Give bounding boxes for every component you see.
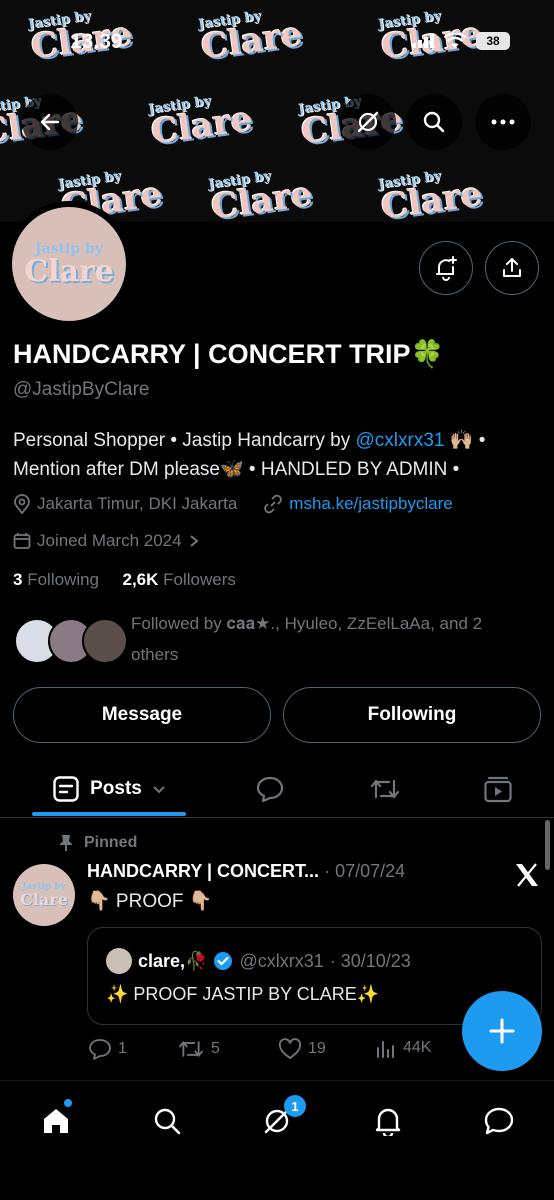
x-logo-icon bbox=[516, 863, 538, 887]
follow-counts: 3 Following 2,6K Followers bbox=[13, 570, 236, 590]
post-author-avatar[interactable]: Jastip by Clare bbox=[13, 864, 75, 926]
verified-badge-icon bbox=[214, 952, 233, 970]
cellular-signal-icon bbox=[412, 34, 434, 48]
quote-header: clare,🥀 @cxlxrx31 · 30/10/23 bbox=[106, 948, 411, 974]
reply-icon bbox=[89, 1039, 111, 1060]
profile-joined-date: Joined March 2024 bbox=[37, 531, 182, 550]
link-icon bbox=[264, 494, 283, 514]
search-button[interactable] bbox=[406, 94, 462, 150]
location-pin-icon bbox=[14, 494, 30, 514]
follower-avatar bbox=[82, 618, 128, 664]
message-button[interactable]: Message bbox=[13, 687, 271, 743]
more-options-button[interactable] bbox=[475, 94, 531, 150]
nav-messages[interactable] bbox=[474, 1101, 524, 1141]
post-author-name: HANDCARRY | CONCERT... bbox=[87, 861, 320, 881]
like-count: 19 bbox=[308, 1040, 326, 1057]
nav-notifications[interactable] bbox=[363, 1101, 413, 1141]
banner-logo-tile: Jastip byClare bbox=[207, 168, 315, 222]
views-chart-icon bbox=[377, 1041, 394, 1058]
chat-bubble-icon bbox=[484, 1107, 514, 1135]
nav-explore[interactable] bbox=[142, 1101, 192, 1141]
quote-author-name: clare,🥀 bbox=[138, 950, 208, 971]
profile-website-link[interactable]: msha.ke/jastipbyclare bbox=[289, 494, 452, 514]
post-text: 👇🏼 PROOF 👇🏼 bbox=[87, 891, 213, 912]
arrow-left-icon bbox=[40, 113, 60, 131]
chevron-right-icon bbox=[189, 535, 199, 547]
bell-plus-icon bbox=[436, 256, 457, 281]
profile-joined-row[interactable]: Joined March 2024 bbox=[13, 531, 200, 551]
status-time: 13.39 bbox=[70, 30, 123, 53]
home-icon bbox=[44, 1109, 68, 1133]
heart-icon bbox=[278, 1038, 302, 1059]
reply-action[interactable]: 1 bbox=[88, 1038, 127, 1060]
profile-location: Jakarta Timur, DKI Jakarta bbox=[37, 494, 238, 513]
profile-display-name: HANDCARRY | CONCERT TRIP🍀 bbox=[13, 339, 445, 369]
banner-logo-tile: Jastip byClare bbox=[147, 93, 255, 153]
bell-icon bbox=[375, 1108, 401, 1136]
compose-post-button[interactable] bbox=[462, 991, 542, 1071]
active-tab-indicator bbox=[32, 812, 186, 816]
tab-replies[interactable] bbox=[240, 760, 300, 818]
share-icon bbox=[503, 258, 521, 277]
repost-action[interactable]: 5 bbox=[177, 1038, 220, 1060]
status-bar: 13.39 38 bbox=[0, 26, 554, 56]
views-count: 44K bbox=[403, 1039, 432, 1056]
like-action[interactable]: 19 bbox=[278, 1038, 326, 1060]
avatar-image: Jastip by Clare bbox=[12, 207, 126, 321]
wifi-icon bbox=[444, 33, 466, 48]
repost-count: 5 bbox=[211, 1040, 220, 1057]
following-count-link[interactable]: 3 Following bbox=[13, 570, 99, 589]
tab-posts[interactable]: Posts bbox=[32, 760, 186, 818]
pin-icon bbox=[60, 835, 72, 851]
followed-by-avatars[interactable] bbox=[14, 618, 128, 666]
notifications-toggle-button[interactable] bbox=[419, 241, 473, 295]
media-icon bbox=[484, 776, 512, 803]
profile-tabs: Posts bbox=[0, 760, 554, 818]
back-button[interactable] bbox=[22, 94, 78, 150]
grok-notification-badge: 1 bbox=[284, 1095, 306, 1117]
more-horizontal-icon bbox=[491, 119, 515, 125]
chevron-down-icon bbox=[153, 786, 165, 794]
profile-banner[interactable]: Jastip by Clare Jastip by Clare Jastip by C… bbox=[0, 0, 554, 222]
grok-icon bbox=[357, 111, 379, 133]
tab-reposts[interactable] bbox=[355, 760, 415, 818]
posts-icon bbox=[53, 776, 79, 802]
post-header[interactable]: HANDCARRY | CONCERT... · 07/07/24 bbox=[87, 861, 405, 882]
grok-button[interactable] bbox=[340, 94, 396, 150]
quote-author-handle: @cxlxrx31 bbox=[239, 950, 324, 971]
status-icons: 38 bbox=[412, 32, 510, 50]
quote-date: · 30/10/23 bbox=[329, 950, 411, 971]
pinned-label: Pinned bbox=[58, 834, 137, 852]
followers-count-link[interactable]: 2,6K Followers bbox=[122, 570, 235, 589]
repost-icon bbox=[179, 1041, 203, 1057]
profile-bio: Personal Shopper • Jastip Handcarry by @… bbox=[13, 430, 486, 480]
nav-home[interactable] bbox=[31, 1101, 81, 1141]
calendar-icon bbox=[13, 533, 31, 549]
following-button[interactable]: Following bbox=[283, 687, 541, 743]
search-icon bbox=[423, 111, 445, 133]
followed-by-text[interactable]: Followed by 𝐜𝐚𝐚★., Hyuleo, ZzEelLaAa, an… bbox=[131, 608, 531, 670]
reply-bubble-icon bbox=[256, 776, 284, 803]
quote-text: ✨ PROOF JASTIP BY CLARE✨ bbox=[106, 984, 380, 1004]
tab-media[interactable] bbox=[468, 760, 528, 818]
share-profile-button[interactable] bbox=[485, 241, 539, 295]
repost-icon bbox=[370, 779, 400, 799]
banner-logo-tile: Jastip byClare bbox=[377, 168, 485, 222]
profile-meta-row: Jakarta Timur, DKI Jakarta msha.ke/jasti… bbox=[13, 494, 453, 514]
reply-count: 1 bbox=[118, 1040, 127, 1057]
views-action[interactable]: 44K bbox=[375, 1038, 431, 1058]
post-date: · 07/07/24 bbox=[324, 861, 406, 881]
scrollbar[interactable] bbox=[545, 820, 550, 870]
quote-author-avatar bbox=[106, 948, 132, 974]
tab-posts-label: Posts bbox=[90, 778, 142, 799]
battery-indicator: 38 bbox=[476, 32, 510, 50]
profile-avatar[interactable]: Jastip by Clare bbox=[6, 201, 132, 327]
search-icon bbox=[154, 1108, 181, 1135]
home-new-dot bbox=[64, 1099, 72, 1107]
plus-icon bbox=[489, 1018, 515, 1044]
bio-mention-link[interactable]: @cxlxrx31 bbox=[356, 430, 445, 451]
profile-handle: @JastipByClare bbox=[13, 379, 150, 400]
